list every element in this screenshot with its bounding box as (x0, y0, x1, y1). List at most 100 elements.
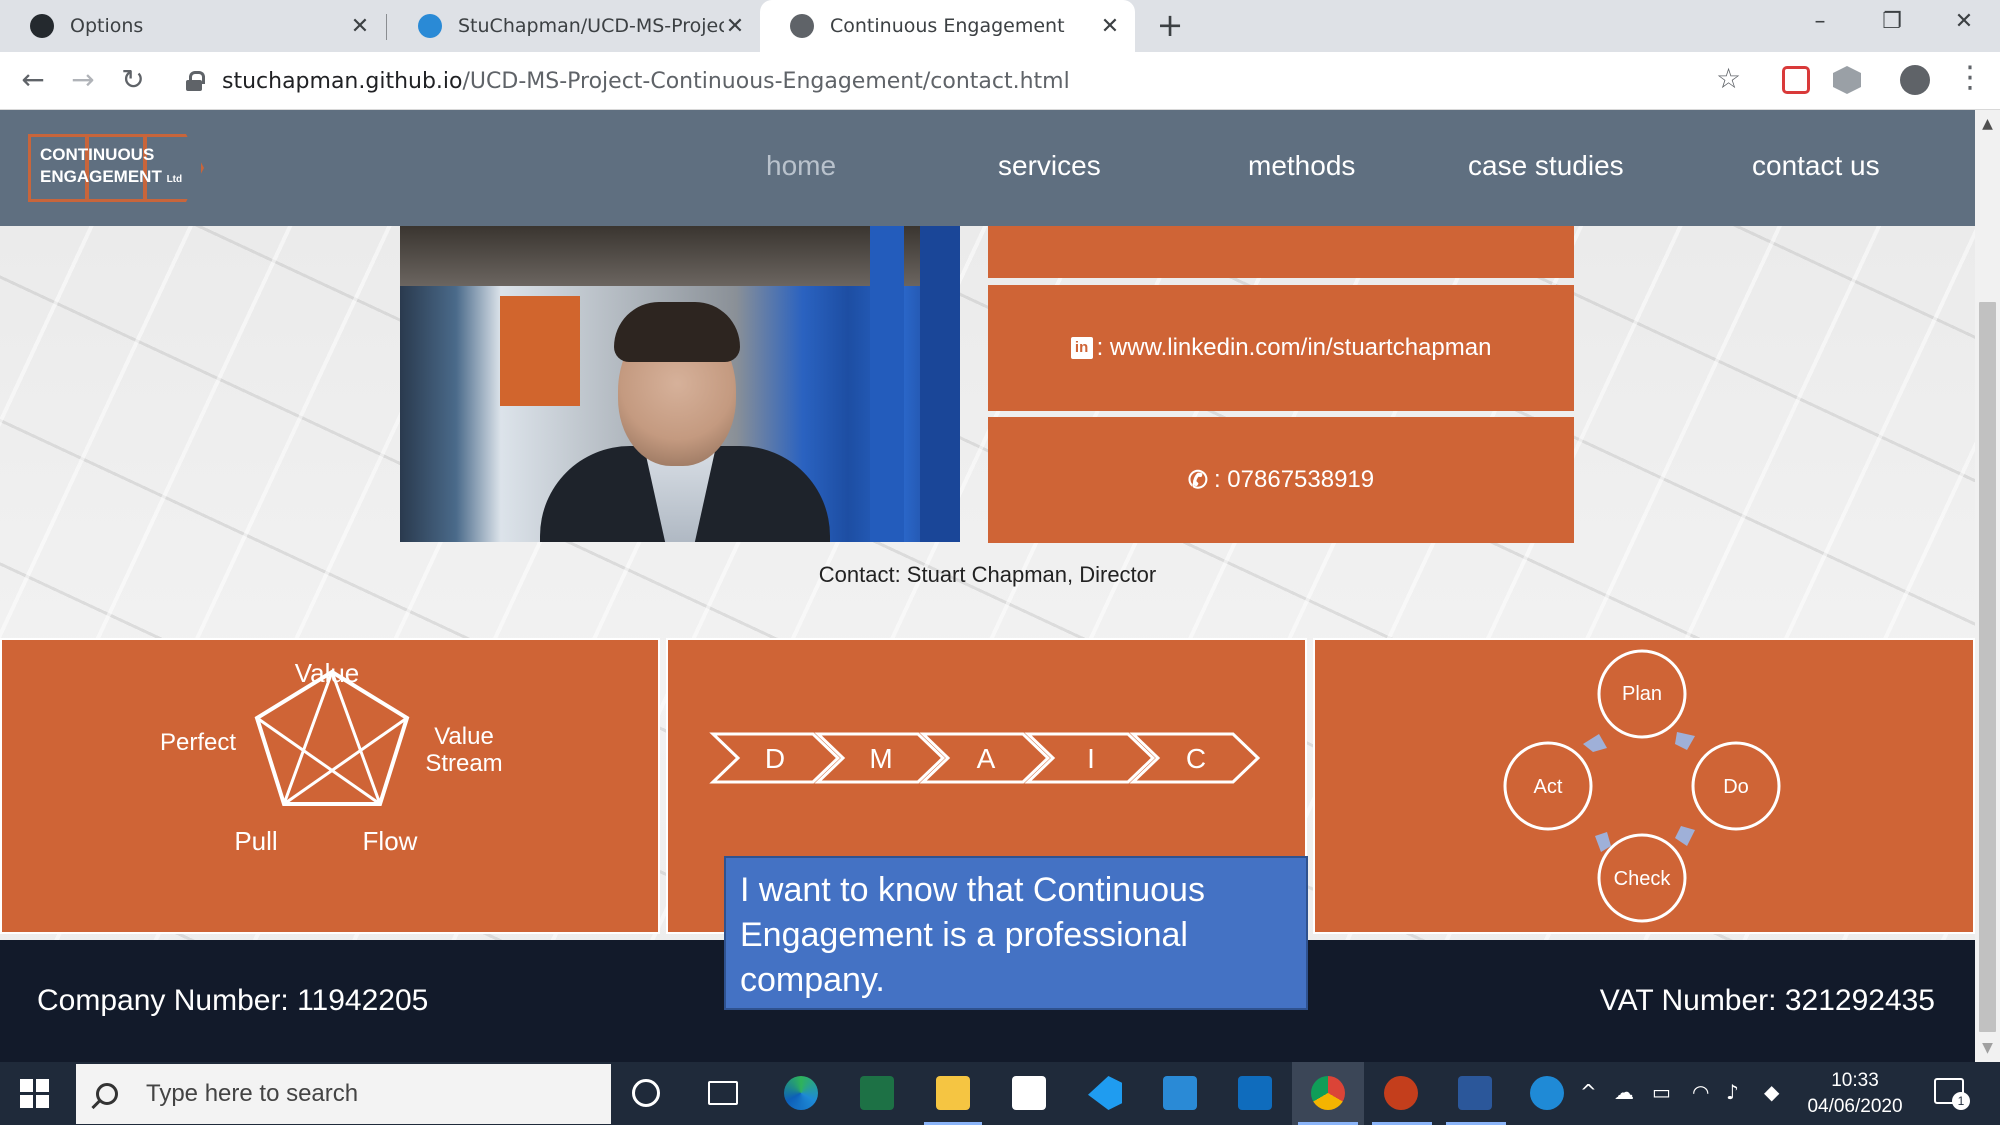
nav-contact-us[interactable]: contact us (1752, 150, 1880, 182)
onedrive-icon[interactable]: ☁ (1614, 1080, 1634, 1104)
chrome-icon[interactable] (1311, 1076, 1345, 1110)
excel-icon[interactable] (860, 1076, 894, 1110)
logo-text: CONTINUOUS ENGAGEMENT Ltd (40, 145, 183, 186)
browser-menu-icon[interactable]: ⋮ (1955, 60, 1985, 95)
browser-toolbar: ← → ↻ stuchapman.github.io/UCD-MS-Projec… (0, 52, 2000, 110)
arrow-do-check (1675, 826, 1695, 846)
close-window-button[interactable]: ✕ (1929, 0, 1999, 46)
tab-title: StuChapman/UCD-MS-Project-C (458, 15, 724, 37)
codebase-icon (418, 14, 442, 38)
page-scrollbar[interactable]: ▲ ▼ (1975, 110, 2000, 1062)
contact-caption: Contact: Stuart Chapman, Director (818, 562, 1157, 587)
nav-services[interactable]: services (998, 150, 1101, 182)
volume-icon[interactable]: ♪ (1726, 1080, 1739, 1104)
close-icon[interactable]: ✕ (1099, 14, 1121, 39)
battery-icon[interactable]: ▭ (1652, 1080, 1671, 1104)
forward-button[interactable]: → (64, 62, 102, 100)
new-tab-button[interactable]: + (1152, 8, 1188, 44)
vscode-icon[interactable] (1088, 1076, 1122, 1110)
user-story-callout: I want to know that Continuous Engagemen… (724, 856, 1308, 1010)
nav-home[interactable]: home (766, 150, 836, 182)
phone-icon: ✆ (1187, 466, 1208, 494)
mail-icon[interactable] (1163, 1076, 1197, 1110)
powerpoint-icon[interactable] (1384, 1076, 1418, 1110)
linkedin-icon: in (1070, 337, 1093, 359)
lean-label-value-stream-1: Value (434, 723, 494, 750)
url-path: /UCD-MS-Project-Continuous-Engagement/co… (462, 68, 1070, 94)
lean-label-perfect: Perfect (160, 729, 236, 756)
dropbox-icon[interactable]: ◆ (1764, 1080, 1779, 1104)
restore-button[interactable]: ❐ (1857, 0, 1927, 46)
scroll-thumb[interactable] (1979, 302, 1996, 1032)
vat-number: VAT Number: 321292435 (1599, 984, 1935, 1017)
tab-continuous-engagement[interactable]: Continuous Engagement ✕ (760, 0, 1135, 52)
taskbar-search-placeholder: Type here to search (146, 1080, 359, 1107)
scroll-down-arrow-icon[interactable]: ▼ (1975, 1034, 2000, 1062)
lock-icon[interactable] (186, 71, 205, 91)
pdca-label-act: Act (1534, 776, 1563, 798)
taskbar-search-input[interactable]: Type here to search (76, 1064, 611, 1124)
phone-card[interactable]: ✆ : 07867538919 (988, 417, 1574, 543)
linkedin-url[interactable]: : www.linkedin.com/in/stuartchapman (1097, 334, 1492, 362)
windows-taskbar: Type here to search ^ ☁ ▭ ◠ ♪ ◆ 10:33 04… (0, 1062, 2000, 1125)
page-viewport: in : www.linkedin.com/in/stuartchapman ✆… (0, 110, 1975, 1062)
lean-label-flow: Flow (363, 826, 418, 856)
word-icon[interactable] (1458, 1076, 1492, 1110)
site-navbar: CONTINUOUS ENGAGEMENT Ltd home services … (0, 110, 1975, 226)
pdca-label-do: Do (1723, 776, 1749, 798)
tab-separator (386, 14, 387, 40)
task-view-icon[interactable] (708, 1081, 738, 1105)
company-logo[interactable]: CONTINUOUS ENGAGEMENT Ltd (28, 134, 208, 202)
wifi-icon[interactable]: ◠ (1692, 1080, 1709, 1104)
dmaic-letter-d: D (765, 743, 785, 774)
back-button[interactable]: ← (14, 62, 52, 100)
show-hidden-icons-icon[interactable]: ^ (1580, 1080, 1597, 1104)
nav-methods[interactable]: methods (1248, 150, 1355, 182)
pdca-cycle-diagram: Plan Do Check Act (1503, 649, 1781, 923)
pdca-panel: Plan Do Check Act (1313, 638, 1975, 934)
outlook-icon[interactable] (1238, 1076, 1272, 1110)
github-icon (30, 14, 54, 38)
director-photo (400, 226, 960, 542)
help-icon[interactable] (1530, 1076, 1564, 1110)
taskbar-clock[interactable]: 10:33 04/06/2020 (1800, 1068, 1910, 1120)
cortana-icon[interactable] (632, 1079, 660, 1107)
arrow-act-plan (1583, 734, 1607, 752)
tab-github-repo[interactable]: StuChapman/UCD-MS-Project-C ✕ (388, 0, 760, 52)
edge-icon[interactable] (784, 1076, 818, 1110)
pdca-label-plan: Plan (1622, 683, 1662, 705)
globe-icon (790, 14, 814, 38)
nav-case-studies[interactable]: case studies (1468, 150, 1624, 182)
file-explorer-icon[interactable] (936, 1076, 970, 1110)
lean-pentagon-diagram: Value Perfect Value Stream Pull Flow (160, 658, 503, 856)
email-card[interactable] (988, 226, 1574, 278)
scroll-up-arrow-icon[interactable]: ▲ (1975, 110, 2000, 138)
lean-principles-panel: Value Perfect Value Stream Pull Flow (0, 638, 660, 934)
profile-avatar-icon[interactable] (1900, 65, 1930, 95)
dmaic-letter-m: M (869, 743, 892, 774)
pocket-extension-icon[interactable] (1782, 66, 1810, 94)
notification-count: 1 (1952, 1092, 1970, 1110)
linkedin-card[interactable]: in : www.linkedin.com/in/stuartchapman (988, 285, 1574, 411)
phone-number[interactable]: : 07867538919 (1214, 466, 1374, 494)
tab-title: Options (70, 15, 144, 37)
lean-label-pull: Pull (234, 826, 277, 856)
tab-strip: Options ✕ StuChapman/UCD-MS-Project-C ✕ … (0, 0, 2000, 52)
dmaic-letter-a: A (977, 743, 996, 774)
bookmark-star-icon[interactable]: ☆ (1716, 62, 1741, 95)
windows-start-icon[interactable] (20, 1079, 50, 1109)
minimize-button[interactable]: – (1785, 0, 1855, 46)
clock-time: 10:33 (1831, 1070, 1879, 1091)
arrow-plan-do (1675, 732, 1695, 750)
lean-label-value: Value (295, 658, 360, 688)
notification-center-icon[interactable]: 1 (1934, 1078, 1970, 1110)
close-icon[interactable]: ✕ (724, 14, 746, 39)
store-icon[interactable] (1012, 1076, 1046, 1110)
company-number: Company Number: 11942205 (37, 984, 429, 1017)
dmaic-letter-c: C (1186, 743, 1206, 774)
reload-button[interactable]: ↻ (114, 62, 152, 100)
tab-options[interactable]: Options ✕ (0, 0, 385, 52)
close-icon[interactable]: ✕ (349, 14, 371, 39)
address-bar[interactable]: stuchapman.github.io/UCD-MS-Project-Cont… (170, 59, 1765, 103)
extension-hex-icon[interactable] (1833, 66, 1861, 94)
